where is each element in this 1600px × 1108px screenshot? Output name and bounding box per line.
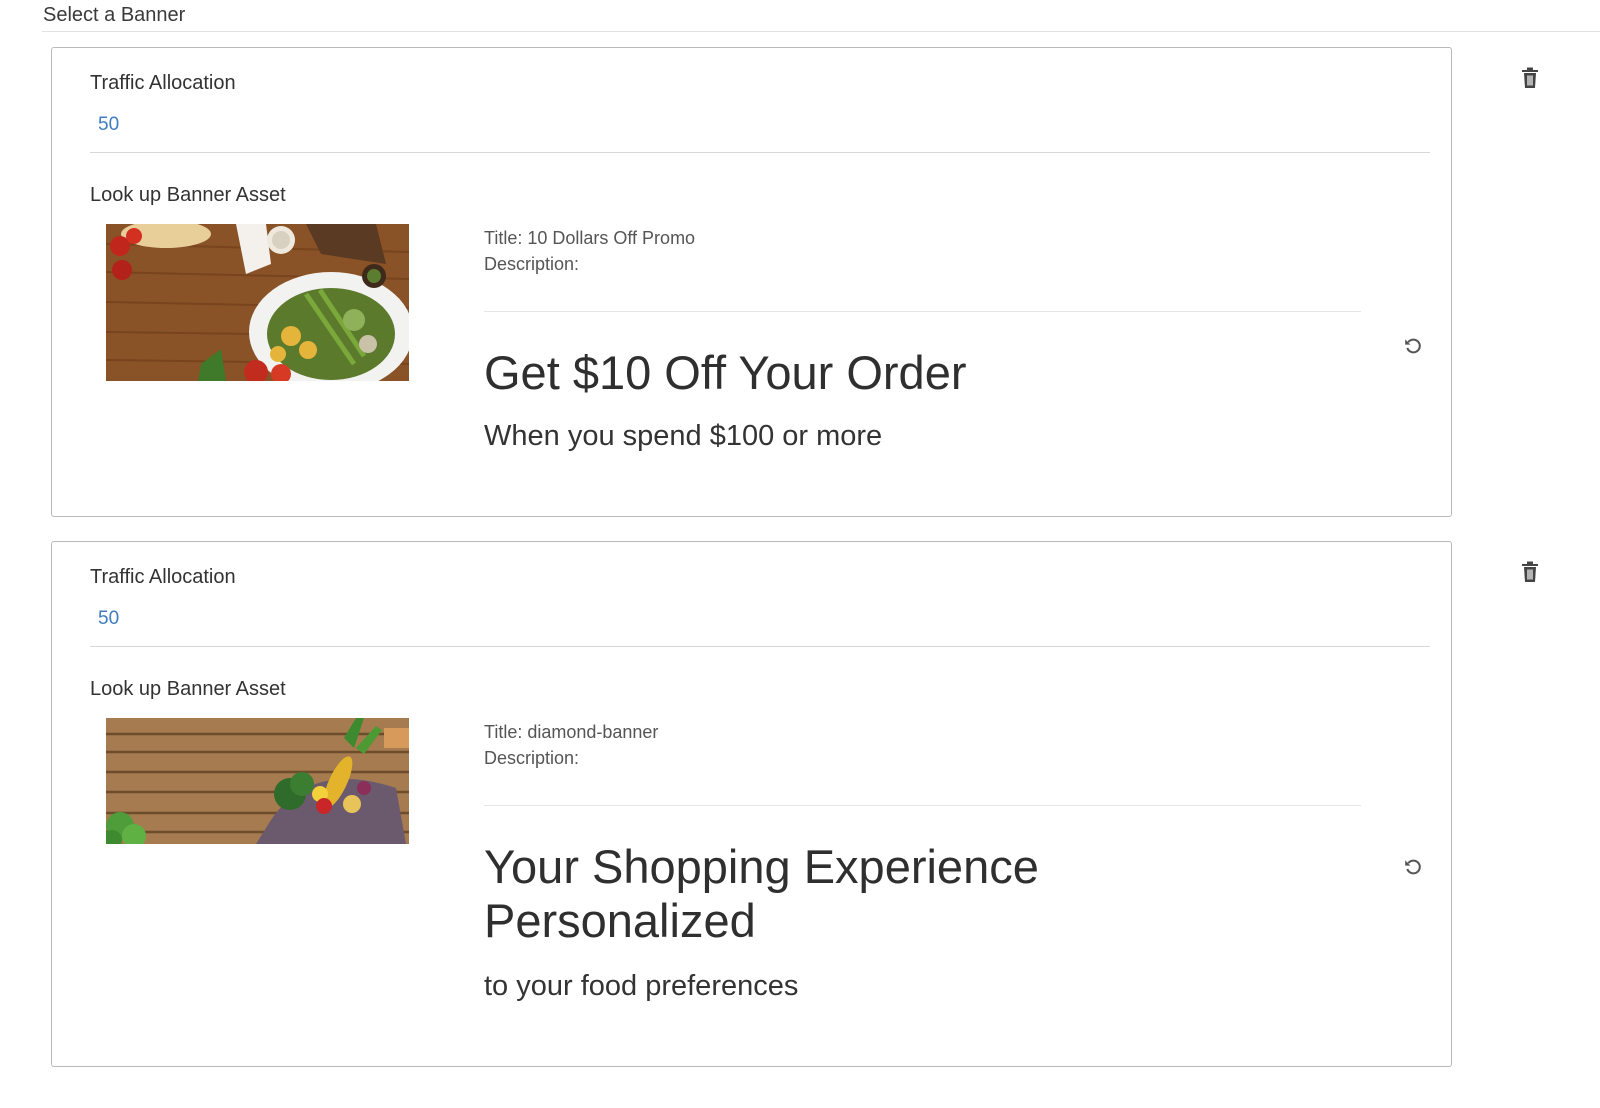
banner-metadata: Title: 10 Dollars Off Promo Description:	[484, 225, 695, 277]
traffic-input-underline	[90, 152, 1430, 153]
banner-title: Title: diamond-banner	[484, 722, 659, 742]
traffic-allocation-input[interactable]: 50	[98, 608, 119, 630]
restore-icon[interactable]	[1403, 857, 1423, 877]
banner-metadata: Title: diamond-banner Description:	[484, 719, 658, 771]
banner-title: Title: 10 Dollars Off Promo	[484, 228, 696, 248]
banner-card: Traffic Allocation 50 Look up Banner Ass…	[51, 47, 1452, 517]
traffic-allocation-input[interactable]: 50	[98, 114, 119, 136]
traffic-allocation-label: Traffic Allocation	[90, 566, 236, 588]
banner-headline: Get $10 Off Your Order	[484, 346, 967, 399]
banner-subheadline: to your food preferences	[484, 970, 799, 1002]
banner-description: Description:	[484, 254, 580, 274]
banner-thumbnail[interactable]	[106, 718, 409, 844]
traffic-allocation-label: Traffic Allocation	[90, 72, 236, 94]
trash-icon[interactable]	[1520, 67, 1540, 89]
banner-subheadline: When you spend $100 or more	[484, 420, 883, 452]
preview-divider	[484, 311, 1361, 312]
banner-headline: Your Shopping Experience Personalized	[484, 840, 1039, 947]
banner-thumbnail[interactable]	[106, 224, 409, 381]
banner-description: Description:	[484, 748, 580, 768]
section-label: Select a Banner	[43, 4, 186, 26]
trash-icon[interactable]	[1520, 561, 1540, 583]
food-platter-image	[106, 224, 409, 381]
section-divider	[42, 31, 1600, 32]
restore-icon[interactable]	[1403, 336, 1423, 356]
banner-asset-lookup-label: Look up Banner Asset	[90, 678, 286, 700]
banner-asset-lookup-label: Look up Banner Asset	[90, 184, 286, 206]
preview-divider	[484, 805, 1361, 806]
traffic-input-underline	[90, 646, 1430, 647]
vegetable-basket-image	[106, 718, 409, 844]
banner-card: Traffic Allocation 50 Look up Banner Ass…	[51, 541, 1452, 1067]
